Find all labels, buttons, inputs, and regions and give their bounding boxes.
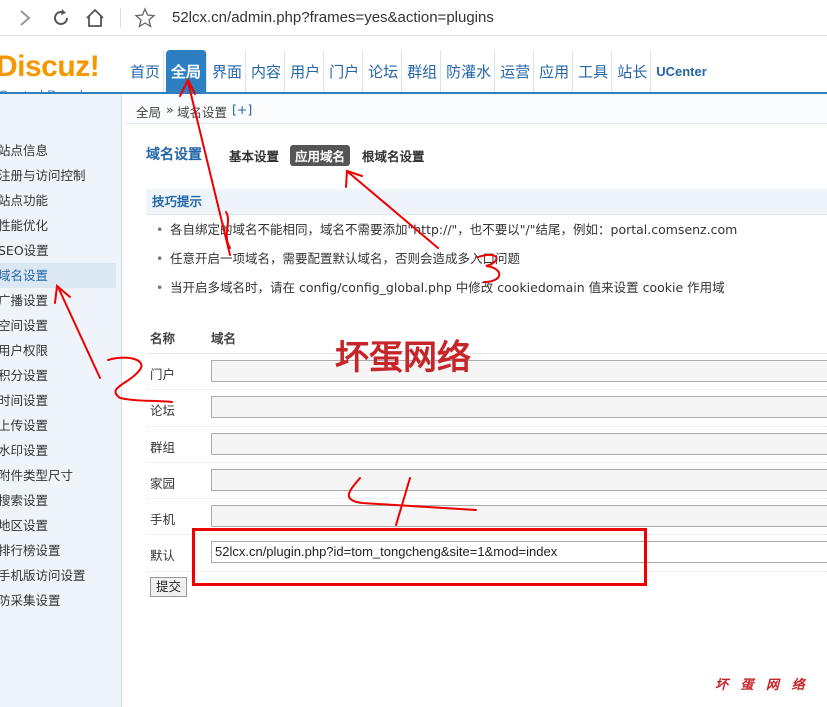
sidebar-item-watermark[interactable]: 水印设置 (0, 438, 48, 463)
sidebar-item-district[interactable]: 地区设置 (0, 513, 48, 538)
table-row: 家园 (146, 463, 827, 500)
table-header: 名称 域名 (146, 316, 827, 354)
table-row: 群组 (146, 427, 827, 463)
sidebar-item-site-features[interactable]: 站点功能 (0, 188, 48, 213)
top-navigation: 首页 全局 界面 内容 用户 门户 论坛 群组 防灌水 运营 应用 工具 站长 … (127, 50, 712, 92)
annotation-highlight-box (192, 528, 647, 586)
sidebar-item-anticollect[interactable]: 防采集设置 (0, 588, 61, 613)
address-bar[interactable]: 52lcx.cn/admin.php?frames=yes&action=plu… (172, 9, 494, 26)
nav-operation[interactable]: 运营 (497, 50, 535, 92)
nav-tools[interactable]: 工具 (575, 50, 613, 92)
nav-content[interactable]: 内容 (248, 50, 286, 92)
row-label: 门户 (150, 367, 176, 382)
submit-button[interactable]: 提交 (150, 577, 188, 597)
sidebar-item-ranklist[interactable]: 排行榜设置 (0, 538, 61, 563)
sidebar-item-mobile[interactable]: 手机版访问设置 (0, 563, 86, 588)
nav-app[interactable]: 应用 (536, 50, 574, 92)
mobile-domain-input[interactable] (211, 505, 827, 528)
tips-box: 技巧提示 各自绑定的域名不能相同，域名不需要添加"http://"，也不要以"/… (146, 189, 827, 302)
forward-icon[interactable] (14, 7, 36, 29)
nav-ucenter[interactable]: UCenter (653, 50, 710, 92)
toolbar-divider (120, 8, 121, 28)
nav-global[interactable]: 全局 (166, 50, 208, 92)
sidebar-item-performance[interactable]: 性能优化 (0, 213, 48, 238)
sidebar-item-time[interactable]: 时间设置 (0, 388, 48, 413)
sidebar-item-broadcast[interactable]: 广播设置 (0, 288, 48, 313)
breadcrumb-sep: » (166, 102, 174, 117)
nav-group[interactable]: 群组 (404, 50, 442, 92)
row-label: 群组 (150, 439, 176, 455)
nav-style[interactable]: 界面 (209, 50, 247, 92)
breadcrumb-root[interactable]: 全局 (136, 102, 161, 121)
tips-heading: 技巧提示 (146, 189, 827, 215)
home-icon[interactable] (84, 7, 106, 29)
sidebar-item-register[interactable]: 注册与访问控制 (0, 163, 86, 188)
sidebar-item-attach-types[interactable]: 附件类型尺寸 (0, 463, 73, 488)
watermark-small-text: 坏 蛋 网 络 (715, 678, 809, 693)
row-label: 家园 (150, 475, 176, 491)
tab-root-domain[interactable]: 根域名设置 (357, 145, 430, 166)
tip-item: 各自绑定的域名不能相同，域名不需要添加"http://"，也不要以"/"结尾，例… (146, 215, 827, 244)
reload-icon[interactable] (50, 7, 72, 29)
sidebar-item-search[interactable]: 搜索设置 (0, 488, 48, 513)
main-panel: 全局 » 域名设置 [+] 域名设置 基本设置 应用域名 根域名设置 技巧提示 … (126, 94, 827, 707)
group-domain-input[interactable] (211, 432, 827, 455)
page-title: 域名设置 (146, 147, 202, 163)
sidebar-item-permissions[interactable]: 用户权限 (0, 338, 48, 363)
col-name-header: 名称 (150, 331, 176, 346)
home-domain-input[interactable] (211, 468, 827, 491)
sidebar: 站点信息 注册与访问控制 站点功能 性能优化 SEO设置 域名设置 广播设置 空… (0, 94, 122, 707)
sidebar-item-upload[interactable]: 上传设置 (0, 413, 48, 438)
sidebar-item-domain[interactable]: 域名设置 (0, 263, 116, 288)
sidebar-item-seo[interactable]: SEO设置 (0, 238, 49, 263)
breadcrumb-current: 域名设置 (177, 105, 228, 120)
row-label: 默认 (150, 548, 176, 564)
row-label: 手机 (150, 512, 176, 528)
nav-forum[interactable]: 论坛 (365, 50, 403, 92)
table-row: 门户 (146, 354, 827, 391)
tab-app-domain[interactable]: 应用域名 (290, 145, 351, 166)
sidebar-item-site-info[interactable]: 站点信息 (0, 138, 48, 163)
browser-toolbar: 52lcx.cn/admin.php?frames=yes&action=plu… (0, 0, 827, 36)
sidebar-item-space[interactable]: 空间设置 (0, 313, 48, 338)
tab-basic[interactable]: 基本设置 (224, 145, 284, 166)
breadcrumb: 全局 » 域名设置 [+] (126, 94, 827, 124)
nav-founder[interactable]: 站长 (614, 50, 652, 92)
star-icon[interactable] (134, 7, 156, 29)
nav-home[interactable]: 首页 (127, 50, 165, 92)
sidebar-item-credits[interactable]: 积分设置 (0, 363, 48, 388)
tip-item: 当开启多域名时，请在 config/config_global.php 中修改 … (146, 273, 827, 302)
nav-user[interactable]: 用户 (287, 50, 325, 92)
col-domain-header: 域名 (211, 331, 237, 346)
discuz-logo: Discuz! (0, 50, 100, 83)
portal-domain-input[interactable] (211, 360, 827, 382)
tip-item: 任意开启一项域名，需要配置默认域名，否则会造成多入口问题 (146, 244, 827, 273)
watermark-text: 坏蛋网络 (335, 338, 471, 378)
table-row: 论坛 (146, 390, 827, 427)
row-label: 论坛 (150, 403, 176, 419)
breadcrumb-add[interactable]: [+] (232, 102, 252, 117)
forum-domain-input[interactable] (211, 396, 827, 419)
nav-portal[interactable]: 门户 (326, 50, 364, 92)
nav-antispam[interactable]: 防灌水 (443, 50, 496, 92)
